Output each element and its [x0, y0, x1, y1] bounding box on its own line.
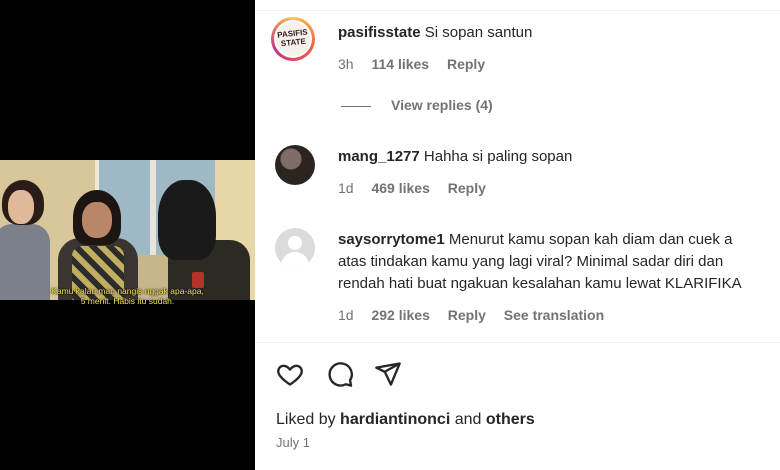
comment-text: Hahha si paling sopan [423, 148, 573, 165]
liked-by-others[interactable]: others [486, 411, 535, 428]
comment-1: pasifisstate Si sopan santun [338, 22, 532, 44]
comment-time[interactable]: 1d [338, 307, 354, 323]
heart-icon[interactable] [275, 360, 305, 388]
person-right [150, 180, 250, 300]
replies-line [341, 105, 371, 107]
comment-likes[interactable]: 114 likes [371, 56, 429, 72]
comment-text: Menurut kamu sopan kah diam dan cuek a [448, 231, 733, 248]
comments-panel: PASIFIS STATE pasifisstate Si sopan santu… [255, 0, 780, 470]
avatar[interactable] [275, 228, 315, 268]
comment-meta: 1d 469 likes Reply [338, 180, 500, 196]
video-subtitle: Kamu kalau mau nangis nggak apa-apa, 5 m… [51, 286, 204, 306]
comment-meta: 1d 292 likes Reply See translation [338, 307, 618, 323]
comment-likes[interactable]: 292 likes [371, 307, 429, 323]
avatar[interactable] [275, 145, 315, 185]
comment-3: saysorrytome1 Menurut kamu sopan kah dia… [338, 229, 742, 295]
post-media[interactable]: Kamu kalau mau nangis nggak apa-apa, 5 m… [0, 0, 255, 470]
comment-username[interactable]: mang_1277 [338, 148, 420, 165]
person-left [0, 180, 54, 300]
comment-2: mang_1277 Hahha si paling sopan [338, 146, 572, 168]
reply-button[interactable]: Reply [448, 307, 486, 323]
video-frame[interactable] [0, 160, 255, 300]
comment-time[interactable]: 3h [338, 56, 354, 72]
comment-text: atas tindakan kamu yang lagi viral? Mini… [338, 253, 724, 270]
avatar[interactable]: PASIFIS STATE [271, 17, 315, 61]
reply-button[interactable]: Reply [447, 56, 485, 72]
post-date[interactable]: July 1 [276, 435, 310, 450]
liked-by-user[interactable]: hardiantinonci [340, 411, 450, 428]
share-icon[interactable] [373, 360, 403, 388]
comment-text: Si sopan santun [424, 24, 533, 41]
view-replies-button[interactable]: View replies (4) [341, 97, 493, 113]
comment-meta: 3h 114 likes Reply [338, 56, 499, 72]
comment-text: rendah hati buat ngakuan kesalahan kamu … [338, 275, 742, 292]
comment-icon[interactable] [325, 360, 355, 388]
comment-username[interactable]: pasifisstate [338, 24, 421, 41]
reply-button[interactable]: Reply [448, 180, 486, 196]
see-translation-button[interactable]: See translation [504, 307, 604, 323]
person-center [58, 190, 138, 300]
comment-username[interactable]: saysorrytome1 [338, 231, 445, 248]
liked-by: Liked by hardiantinonci and others [276, 411, 535, 428]
comment-time[interactable]: 1d [338, 180, 354, 196]
comment-likes[interactable]: 469 likes [371, 180, 429, 196]
